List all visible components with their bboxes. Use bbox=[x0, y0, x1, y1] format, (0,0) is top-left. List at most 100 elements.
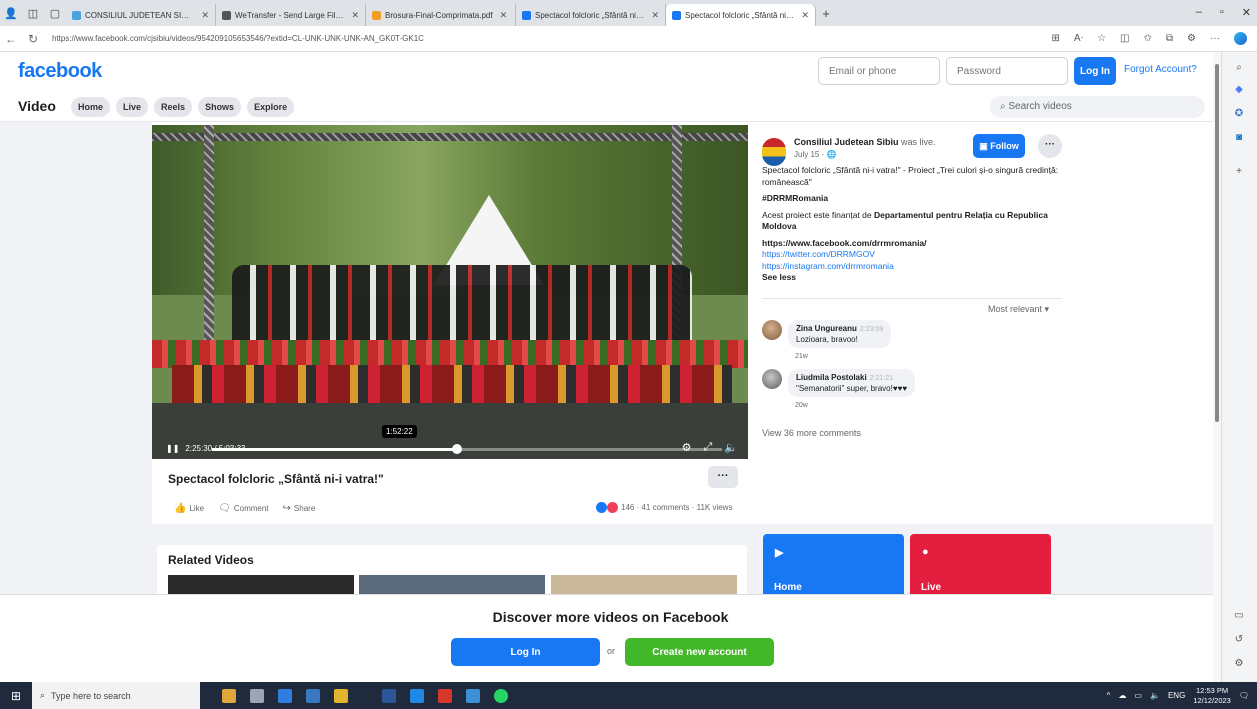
video-nav-reels[interactable]: Reels bbox=[154, 97, 193, 117]
video-nav-explore[interactable]: Explore bbox=[247, 97, 295, 117]
comment-sort-dropdown[interactable]: Most relevant ▾ bbox=[988, 304, 1049, 315]
edge-icon[interactable] bbox=[278, 688, 292, 703]
workspaces-icon[interactable]: ◫ bbox=[22, 0, 44, 26]
minimize-icon[interactable]: – bbox=[1196, 6, 1202, 19]
language-indicator[interactable]: ENG bbox=[1168, 691, 1185, 700]
facebook-link[interactable]: https://www.facebook.com/drrmromania/ bbox=[762, 238, 1072, 250]
close-tab-icon[interactable]: ✕ bbox=[651, 10, 659, 21]
close-window-icon[interactable]: ✕ bbox=[1242, 6, 1251, 19]
view-more-comments-link[interactable]: View 36 more comments bbox=[762, 428, 861, 438]
split-screen-icon[interactable]: ◫ bbox=[1120, 33, 1129, 44]
avatar[interactable] bbox=[762, 320, 782, 340]
avatar[interactable] bbox=[762, 369, 782, 389]
page-scrollbar[interactable] bbox=[1213, 52, 1221, 682]
refresh-icon[interactable]: ↻ bbox=[22, 32, 44, 46]
taskbar-search[interactable]: ⌕ Type here to search bbox=[32, 682, 200, 709]
read-aloud-icon[interactable]: Aᐧ bbox=[1074, 33, 1083, 44]
close-tab-icon[interactable]: ✕ bbox=[351, 10, 359, 21]
whatsapp-icon[interactable] bbox=[494, 688, 508, 703]
favorite-star-icon[interactable]: ☆ bbox=[1097, 33, 1106, 44]
post-date[interactable]: July 15 · 🌐 bbox=[794, 150, 836, 159]
post-more-button[interactable]: ··· bbox=[1038, 134, 1062, 158]
video-player[interactable]: 1:52:22 ❚❚ 2:25:30 / 5:03:33 ⚙ ⤢ 🔈 bbox=[152, 125, 748, 459]
settings-gear-icon[interactable]: ⚙ bbox=[682, 441, 692, 454]
browser-tab[interactable]: Spectacol folcloric „Sfântă ni-i va ✕ bbox=[516, 4, 666, 26]
settings-more-icon[interactable]: ··· bbox=[1210, 33, 1220, 44]
explorer-icon[interactable] bbox=[222, 688, 236, 703]
email-field[interactable] bbox=[818, 57, 940, 85]
settings-icon[interactable]: ⚙ bbox=[1233, 658, 1245, 670]
volume-icon[interactable]: 🔈 bbox=[724, 441, 738, 454]
browser-tab[interactable]: WeTransfer - Send Large Files & ✕ bbox=[216, 4, 366, 26]
extensions-icon[interactable]: ⚙ bbox=[1187, 33, 1196, 44]
profile-icon[interactable]: 👤 bbox=[0, 0, 22, 26]
reaction-stats[interactable]: 146 · 41 comments · 11K views bbox=[596, 502, 732, 513]
like-button[interactable]: 👍 Like bbox=[174, 503, 204, 514]
hashtag[interactable]: #DRRMRomania bbox=[762, 193, 1072, 205]
word-icon[interactable] bbox=[382, 688, 396, 703]
collections-icon[interactable]: ⧉ bbox=[1166, 33, 1173, 44]
network-icon[interactable]: ▭ bbox=[1134, 691, 1142, 700]
video-nav-shows[interactable]: Shows bbox=[198, 97, 242, 117]
search-videos-input[interactable]: ⌕ Search videos bbox=[990, 96, 1205, 118]
video-scrub-handle[interactable] bbox=[451, 444, 462, 454]
close-tab-icon[interactable]: ✕ bbox=[201, 10, 209, 21]
task-view-icon[interactable] bbox=[250, 688, 264, 703]
url-field[interactable]: https://www.facebook.com/cjsibiu/videos/… bbox=[52, 34, 1051, 43]
page-name[interactable]: Consiliul Judetean Sibiu bbox=[794, 137, 899, 147]
video-progress-bar[interactable] bbox=[212, 448, 722, 451]
browser-tab[interactable]: CONSILIUL JUDETEAN SIBIU - D ✕ bbox=[66, 4, 216, 26]
search-icon[interactable]: ⌕ bbox=[1233, 62, 1245, 74]
see-less-link[interactable]: See less bbox=[762, 272, 1072, 284]
comment-timestamp[interactable]: 2:23:09 bbox=[860, 326, 883, 333]
store-icon[interactable] bbox=[306, 688, 320, 703]
tag-icon[interactable]: ◆ bbox=[1233, 84, 1245, 96]
restore-icon[interactable]: ▫ bbox=[1220, 6, 1224, 19]
volume-icon[interactable]: 🔈 bbox=[1150, 691, 1160, 700]
video-more-button[interactable]: ··· bbox=[708, 466, 738, 488]
app-available-icon[interactable]: ⊞ bbox=[1051, 33, 1059, 44]
commenter-name[interactable]: Zina Ungureanu bbox=[796, 324, 857, 333]
share-button[interactable]: ↪ Share bbox=[283, 503, 316, 514]
comment-button[interactable]: 🗨 Comment bbox=[218, 503, 268, 514]
share-icon[interactable]: ↺ bbox=[1233, 634, 1245, 646]
windows-start-icon[interactable]: ⊞ bbox=[0, 689, 32, 703]
follow-button[interactable]: ▣ Follow bbox=[973, 134, 1025, 158]
close-tab-icon[interactable]: ✕ bbox=[801, 10, 809, 21]
close-tab-icon[interactable]: ✕ bbox=[500, 10, 508, 21]
facebook-logo[interactable]: facebook bbox=[18, 60, 102, 83]
chrome-icon[interactable] bbox=[410, 688, 424, 703]
instagram-link[interactable]: https://instagram.com/drrmromania bbox=[762, 261, 1072, 273]
files-icon[interactable] bbox=[334, 688, 348, 703]
pause-icon[interactable]: ❚❚ bbox=[166, 444, 179, 453]
scrollbar-thumb[interactable] bbox=[1215, 64, 1219, 422]
twitter-link[interactable]: https://twitter.com/DRRMGOV bbox=[762, 249, 1072, 261]
comment-timestamp[interactable]: 2:21:21 bbox=[870, 375, 893, 382]
acrobat-icon[interactable] bbox=[438, 688, 452, 703]
password-field[interactable] bbox=[946, 57, 1068, 85]
favorites-icon[interactable]: ✩ bbox=[1144, 33, 1152, 44]
notifications-icon[interactable]: 🗨 bbox=[1239, 691, 1249, 700]
forgot-account-link[interactable]: Forgot Account? bbox=[1124, 64, 1197, 75]
video-nav-live[interactable]: Live bbox=[116, 97, 149, 117]
video-nav-home[interactable]: Home bbox=[71, 97, 111, 117]
sidebar-toggle-icon[interactable]: ▭ bbox=[1233, 610, 1245, 622]
commenter-name[interactable]: Liudmila Postolaki bbox=[796, 373, 867, 382]
fullscreen-icon[interactable]: ⤢ bbox=[703, 441, 712, 454]
page-avatar[interactable] bbox=[762, 138, 786, 166]
back-icon[interactable]: ← bbox=[0, 32, 22, 46]
browser-tab[interactable]: Spectacol folcloric „Sfântă ni-i va ✕ bbox=[666, 4, 816, 26]
browser-tab[interactable]: Brosura-Final-Comprimata.pdf ✕ bbox=[366, 4, 516, 26]
create-account-button[interactable]: Create new account bbox=[625, 638, 774, 666]
cloud-icon[interactable]: ☁ bbox=[1118, 691, 1126, 700]
add-icon[interactable]: + bbox=[1233, 166, 1245, 178]
clock[interactable]: 12:53 PM 12/12/2023 bbox=[1193, 686, 1231, 706]
header-login-button[interactable]: Log In bbox=[1074, 57, 1116, 85]
outlook-icon[interactable]: ◙ bbox=[1233, 132, 1245, 144]
copilot-icon[interactable] bbox=[1234, 32, 1247, 45]
tools-icon[interactable]: ✪ bbox=[1233, 108, 1245, 120]
teams-icon[interactable] bbox=[466, 688, 480, 703]
tab-actions-icon[interactable]: ▢ bbox=[44, 0, 66, 26]
new-tab-button[interactable]: + bbox=[816, 6, 836, 21]
discover-login-button[interactable]: Log In bbox=[451, 638, 600, 666]
